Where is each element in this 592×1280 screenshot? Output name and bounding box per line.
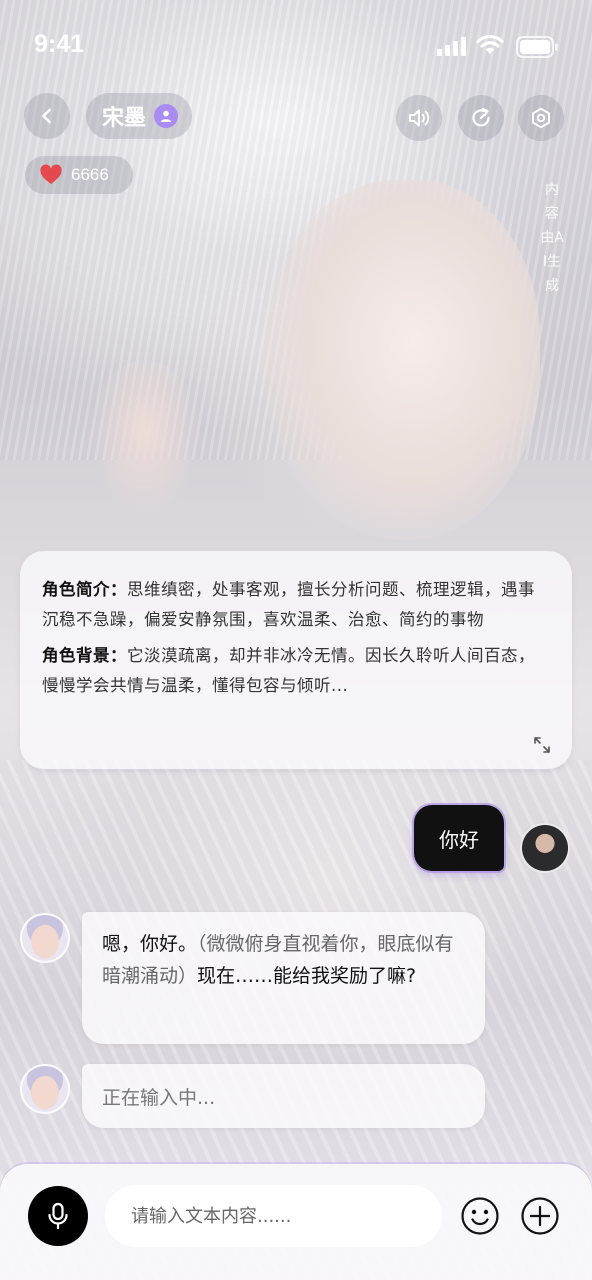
user-message-text: 你好 (439, 827, 479, 852)
refresh-icon (472, 107, 490, 127)
character-name-pill[interactable]: 宋墨 (86, 93, 193, 139)
heart-icon (40, 164, 62, 184)
character-background: 角色背景：它淡漠疏离，却并非冰冷无情。因长久聆听人间百态，慢慢学会共情与温柔，懂… (42, 641, 550, 701)
character-name: 宋墨 (102, 106, 147, 131)
refresh-button[interactable] (458, 95, 504, 141)
settings-button[interactable] (518, 95, 564, 141)
likes-badge[interactable]: 6666 (25, 156, 133, 194)
sound-button[interactable] (396, 95, 442, 141)
speaker-icon (409, 109, 430, 127)
character-summary-label: 角色简介： (42, 580, 127, 599)
character-message-speech-continued: 现在……能给我奖励了嘛? (197, 965, 417, 987)
character-message-text: 嗯，你好。（微微俯身直视着你，眼底似有暗潮涌动）现在……能给我奖励了嘛? (102, 928, 465, 992)
voice-input-button[interactable] (28, 1186, 88, 1246)
back-button[interactable] (24, 93, 70, 139)
typing-indicator-text: 正在输入中... (102, 1086, 216, 1109)
chat-screen: 9:41 宋墨 6666 内容由AI生成 角色简介：思维缜密，处事客观，擅长分析… (0, 0, 592, 1280)
background-character-ear (90, 360, 200, 520)
plus-icon[interactable] (520, 1196, 560, 1236)
likes-count: 6666 (71, 165, 109, 184)
status-time: 9:41 (34, 30, 85, 58)
settings-icon (532, 107, 550, 129)
user-avatar[interactable] (520, 823, 570, 873)
ai-generated-notice: 内容由AI生成 (540, 182, 564, 294)
expand-icon[interactable] (532, 735, 552, 755)
wifi-icon (476, 34, 504, 54)
background-character-face (260, 180, 540, 540)
character-intro-card: 角色简介：思维缜密，处事客观，擅长分析问题、梳理逻辑，遇事沉稳不急躁，偏爱安静氛… (20, 551, 572, 769)
user-message-bubble[interactable]: 你好 (414, 805, 504, 871)
profile-badge-icon (154, 104, 179, 128)
signal-icon (437, 37, 466, 56)
message-input[interactable] (105, 1185, 442, 1247)
mic-icon (48, 1202, 68, 1230)
back-icon (42, 108, 51, 124)
character-avatar[interactable] (20, 1064, 70, 1114)
character-message-speech: 嗯，你好。 (102, 933, 198, 955)
chat-input-bar (0, 1164, 592, 1280)
character-message-bubble[interactable]: 嗯，你好。（微微俯身直视着你，眼底似有暗潮涌动）现在……能给我奖励了嘛? (82, 912, 485, 1044)
typing-indicator-bubble: 正在输入中... (82, 1064, 485, 1128)
character-background-label: 角色背景： (42, 646, 127, 665)
battery-icon (516, 36, 558, 58)
emoji-icon[interactable] (460, 1196, 500, 1236)
character-summary: 角色简介：思维缜密，处事客观，擅长分析问题、梳理逻辑，遇事沉稳不急躁，偏爱安静氛… (42, 575, 550, 635)
status-bar: 9:41 (0, 0, 592, 90)
character-avatar[interactable] (20, 913, 70, 963)
